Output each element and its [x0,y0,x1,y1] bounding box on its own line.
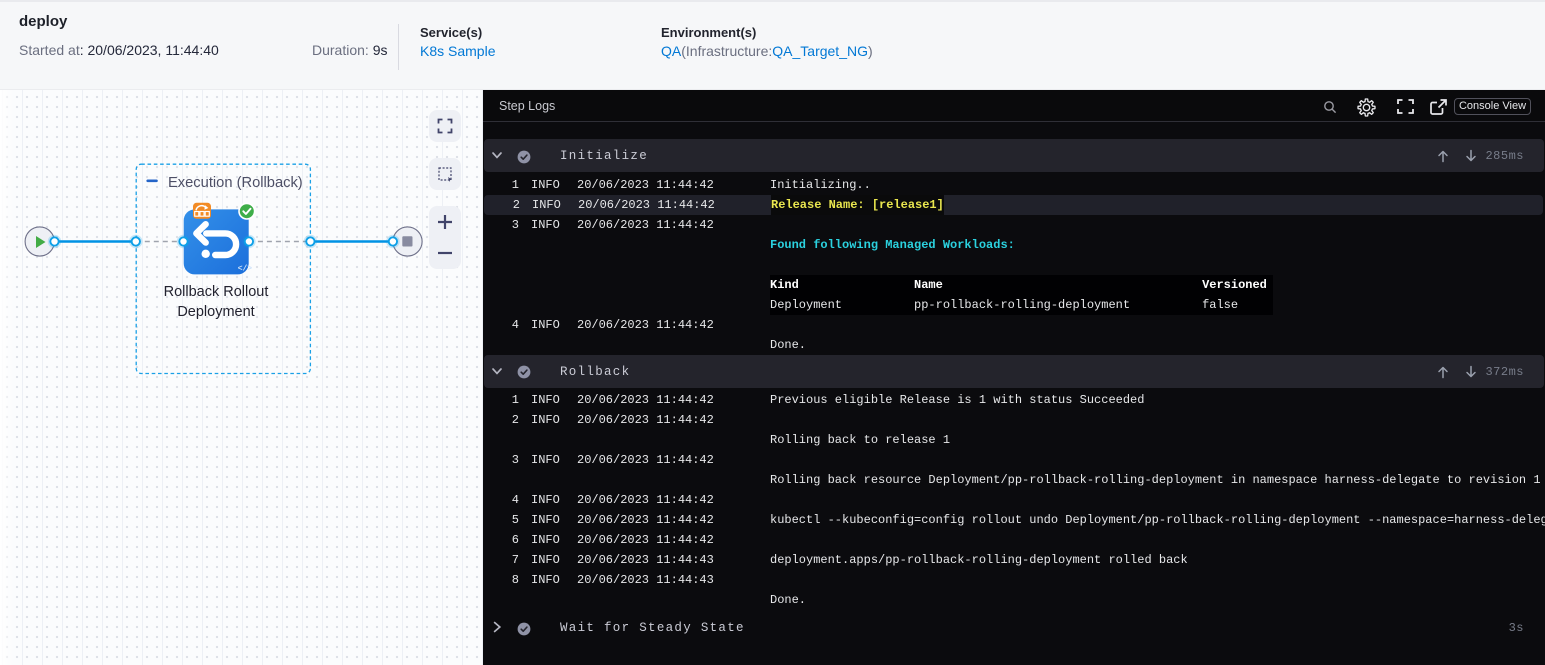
svg-text:</>: </> [238,264,253,273]
